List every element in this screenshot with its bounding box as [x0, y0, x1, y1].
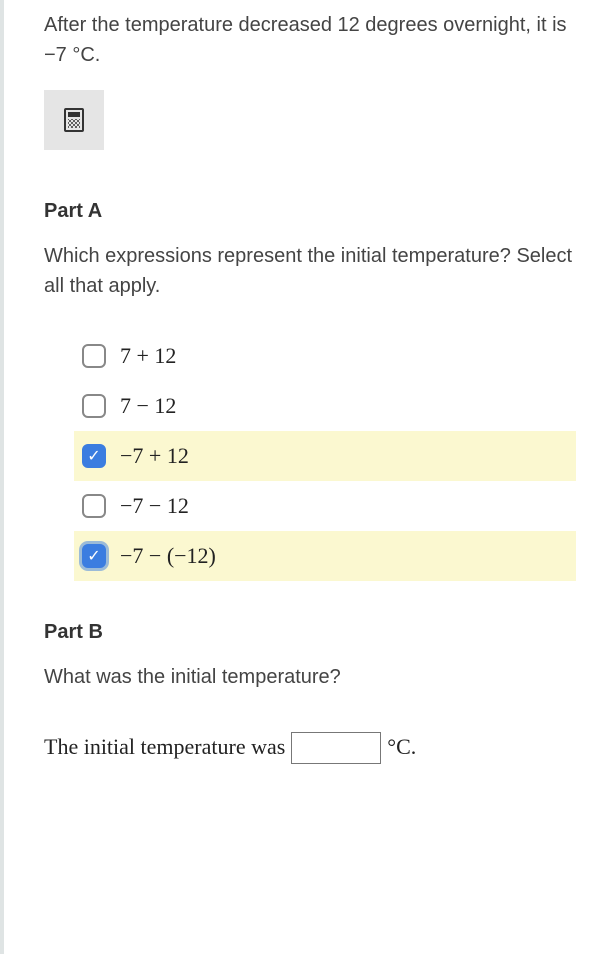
calculator-icon — [64, 108, 84, 132]
option-checkbox[interactable] — [82, 394, 106, 418]
option-expression: −7 + 12 — [120, 443, 189, 469]
option-expression: 7 + 12 — [120, 343, 176, 369]
option-checkbox[interactable] — [82, 494, 106, 518]
part-a-question: Which expressions represent the initial … — [44, 241, 576, 301]
part-b-answer-line: The initial temperature was °C. — [44, 732, 576, 764]
option-checkbox[interactable] — [82, 344, 106, 368]
option-expression: 7 − 12 — [120, 393, 176, 419]
part-a-label: Part A — [44, 200, 576, 223]
problem-intro: After the temperature decreased 12 degre… — [44, 10, 576, 70]
initial-temperature-input[interactable] — [291, 732, 381, 764]
option-row[interactable]: ✓ −7 − (−12) — [74, 531, 576, 581]
option-row[interactable]: 7 + 12 — [74, 331, 576, 381]
answer-prefix: The initial temperature was — [44, 734, 285, 760]
option-row[interactable]: −7 − 12 — [74, 481, 576, 531]
option-expression: −7 − 12 — [120, 493, 189, 519]
part-b-question: What was the initial temperature? — [44, 662, 576, 692]
part-b-label: Part B — [44, 621, 576, 644]
answer-suffix: °C. — [387, 734, 416, 760]
option-row[interactable]: ✓ −7 + 12 — [74, 431, 576, 481]
option-checkbox[interactable]: ✓ — [82, 544, 106, 568]
option-checkbox[interactable]: ✓ — [82, 444, 106, 468]
option-row[interactable]: 7 − 12 — [74, 381, 576, 431]
calculator-button[interactable] — [44, 90, 104, 150]
option-expression: −7 − (−12) — [120, 543, 216, 569]
part-a-options: 7 + 12 7 − 12 ✓ −7 + 12 −7 − 12 ✓ −7 − (−12) — [74, 331, 576, 581]
